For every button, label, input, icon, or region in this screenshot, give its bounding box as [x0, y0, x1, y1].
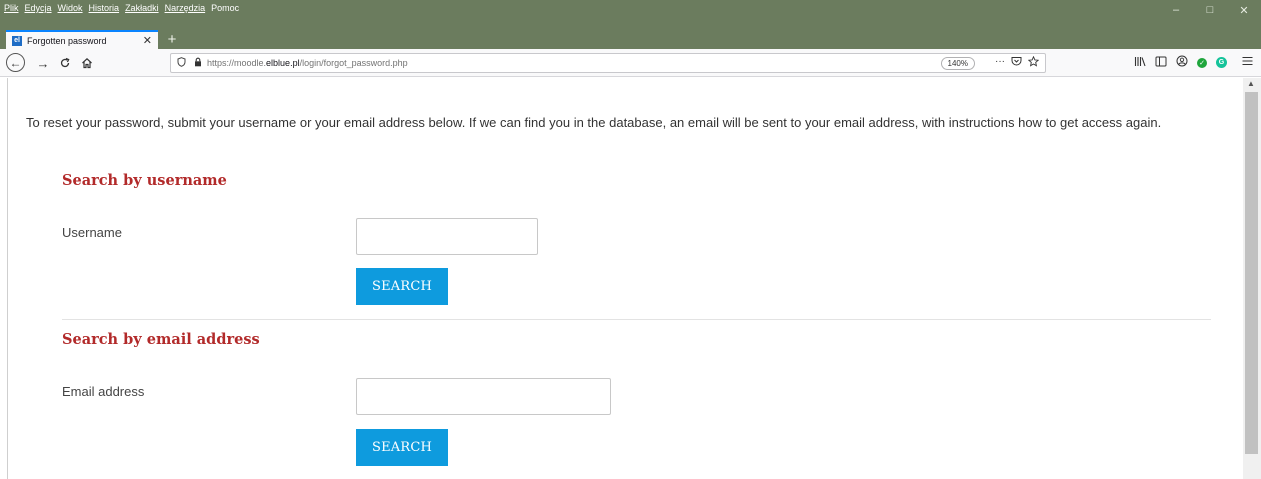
- menu-narzedzia[interactable]: Narzędzia: [165, 3, 206, 13]
- menu-bar: Plik Edycja Widok Historia Zakładki Narz…: [4, 3, 239, 13]
- url-bar[interactable]: https://moodle. elblue.pl/login/forgot_pa…: [170, 53, 1046, 73]
- close-window-button[interactable]: ✕: [1227, 0, 1261, 20]
- tab-close-icon[interactable]: ✕: [143, 34, 152, 47]
- tab-strip: [0, 30, 1261, 49]
- pocket-icon[interactable]: [1011, 56, 1022, 70]
- account-icon[interactable]: [1176, 55, 1188, 70]
- search-username-button[interactable]: SEARCH: [356, 268, 448, 305]
- url-path: /login/forgot_password.php: [299, 58, 408, 68]
- menu-zakladki[interactable]: Zakładki: [125, 3, 159, 13]
- email-input[interactable]: [356, 378, 611, 415]
- home-icon: [82, 57, 92, 69]
- library-icon[interactable]: [1134, 56, 1146, 70]
- new-tab-button[interactable]: +: [162, 30, 182, 49]
- scrollbar-thumb[interactable]: [1245, 92, 1258, 454]
- hamburger-menu-icon[interactable]: [1242, 56, 1253, 69]
- email-label: Email address: [62, 384, 145, 399]
- search-by-email-heading: Search by email address: [62, 331, 260, 348]
- content-left-border: [7, 78, 8, 479]
- reload-icon: [60, 57, 70, 68]
- scroll-up-arrow-icon[interactable]: ▲: [1247, 79, 1255, 88]
- lock-icon[interactable]: [194, 57, 202, 69]
- more-actions-icon[interactable]: ···: [995, 56, 1005, 70]
- maximize-button[interactable]: □: [1193, 0, 1227, 20]
- favicon-icon: el: [12, 35, 22, 46]
- url-host: elblue.pl: [266, 58, 300, 68]
- menu-widok[interactable]: Widok: [58, 3, 83, 13]
- sidebar-icon[interactable]: [1155, 56, 1167, 70]
- menu-plik[interactable]: Plik: [4, 3, 19, 13]
- url-actions: ···: [995, 55, 1040, 70]
- search-by-username-heading: Search by username: [62, 172, 227, 189]
- section-divider: [62, 319, 1211, 320]
- zoom-level-badge[interactable]: 140%: [940, 57, 975, 70]
- intro-text: To reset your password, submit your user…: [26, 115, 1162, 130]
- forward-button[interactable]: →: [33, 53, 53, 73]
- bookmark-star-icon[interactable]: [1027, 55, 1040, 70]
- username-label: Username: [62, 225, 122, 240]
- home-button[interactable]: [77, 53, 97, 73]
- minimize-button[interactable]: –: [1159, 0, 1193, 20]
- extension-check-icon[interactable]: ✓: [1197, 57, 1207, 68]
- username-input[interactable]: [356, 218, 538, 255]
- tab-forgotten-password[interactable]: el Forgotten password ✕: [6, 30, 158, 49]
- tab-title: Forgotten password: [27, 35, 107, 46]
- grammarly-icon[interactable]: G: [1216, 57, 1227, 68]
- page-content: [0, 78, 1243, 479]
- reload-button[interactable]: [55, 53, 75, 73]
- window-controls: – □ ✕: [1159, 0, 1261, 20]
- back-button[interactable]: ←: [6, 53, 25, 72]
- menu-pomoc[interactable]: Pomoc: [211, 3, 239, 13]
- tracking-shield-icon[interactable]: [177, 57, 186, 69]
- title-bar: Plik Edycja Widok Historia Zakładki Narz…: [0, 0, 1261, 30]
- navigation-toolbar: ← → https://moodle. elblue.pl/login/forgo…: [0, 49, 1261, 77]
- search-email-button[interactable]: SEARCH: [356, 429, 448, 466]
- url-prefix: https://moodle.: [207, 58, 267, 68]
- menu-edycja[interactable]: Edycja: [25, 3, 52, 13]
- menu-historia[interactable]: Historia: [89, 3, 120, 13]
- right-toolbar: ✓ G: [1134, 55, 1253, 70]
